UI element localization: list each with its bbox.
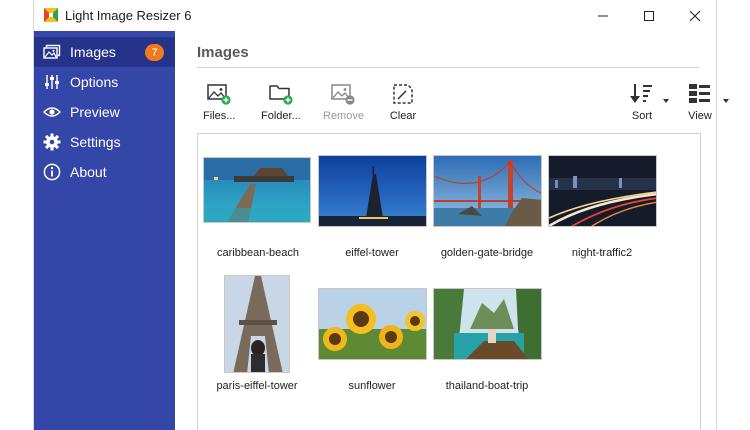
page-title: Images — [197, 44, 249, 61]
image-thumbnail-eiffel-tower[interactable] — [318, 155, 427, 227]
add-image-icon — [205, 81, 233, 107]
sliders-icon — [42, 72, 62, 92]
maximize-button[interactable] — [626, 0, 672, 31]
image-thumbnail-night-traffic2[interactable] — [548, 155, 657, 227]
image-name: thailand-boat-trip — [445, 380, 529, 392]
sidebar-item-preview[interactable]: Preview — [34, 97, 175, 127]
image-thumbnail-thailand-boat-trip[interactable] — [433, 288, 542, 360]
view-list-icon — [686, 81, 714, 107]
title-bar: Light Image Resizer 6 — [34, 0, 716, 31]
add-folder-button[interactable]: Folder... — [261, 81, 301, 125]
divider — [197, 67, 699, 68]
view-button[interactable]: View — [686, 81, 714, 125]
window-title: Light Image Resizer 6 — [65, 8, 192, 23]
image-name: golden-gate-bridge — [440, 247, 534, 259]
image-thumbnail-golden-gate-bridge[interactable] — [433, 155, 542, 227]
image-name: paris-eiffel-tower — [216, 380, 298, 392]
sidebar-item-options[interactable]: Options — [34, 67, 175, 97]
image-thumbnail-sunflower[interactable] — [318, 288, 427, 360]
clear-button[interactable]: Clear — [389, 81, 417, 125]
folder-button-label: Folder... — [261, 110, 301, 122]
view-dropdown-caret-icon[interactable] — [723, 99, 729, 103]
sidebar-item-label: Options — [70, 74, 119, 90]
images-panel: Images Files... Folder... Remove Clear S… — [175, 31, 729, 430]
sidebar-item-label: Images — [70, 44, 116, 60]
app-window: Light Image Resizer 6 Images 7 Options P… — [33, 0, 729, 430]
remove-button-label: Remove — [323, 110, 364, 122]
maximize-icon — [644, 10, 654, 21]
minimize-button[interactable] — [580, 0, 626, 31]
sidebar-item-settings[interactable]: Settings — [34, 127, 175, 157]
eye-icon — [42, 102, 62, 122]
image-gallery: caribbean-beach eiffel-tower golden-gate… — [197, 133, 701, 430]
sort-dropdown-caret-icon[interactable] — [663, 99, 669, 103]
image-name: caribbean-beach — [217, 247, 299, 259]
gear-icon — [42, 132, 62, 152]
remove-image-icon — [329, 81, 357, 107]
image-name: night-traffic2 — [571, 247, 633, 259]
add-files-button[interactable]: Files... — [203, 81, 235, 125]
remove-button[interactable]: Remove — [323, 81, 364, 125]
clear-icon — [389, 81, 417, 107]
sort-button[interactable]: Sort — [628, 81, 656, 125]
image-count-badge: 7 — [145, 44, 164, 61]
image-name: eiffel-tower — [345, 247, 399, 259]
images-icon — [42, 42, 62, 62]
files-button-label: Files... — [203, 110, 236, 122]
close-icon — [689, 10, 701, 21]
sidebar-item-images[interactable]: Images 7 — [34, 37, 175, 67]
clear-button-label: Clear — [389, 110, 417, 122]
sidebar-item-about[interactable]: About — [34, 157, 175, 187]
view-button-label: View — [688, 110, 712, 122]
app-logo-icon — [44, 8, 58, 22]
add-folder-icon — [267, 81, 295, 107]
sidebar: Images 7 Options Preview Settings About — [34, 31, 175, 430]
sidebar-item-label: Settings — [70, 134, 121, 150]
sort-button-label: Sort — [631, 110, 653, 122]
sidebar-item-label: About — [70, 164, 107, 180]
sort-icon — [628, 81, 656, 107]
image-thumbnail-paris-eiffel-tower[interactable] — [224, 275, 290, 373]
sidebar-item-label: Preview — [70, 104, 120, 120]
image-name: sunflower — [348, 380, 396, 392]
image-thumbnail-caribbean-beach[interactable] — [203, 157, 311, 223]
info-icon — [42, 162, 62, 182]
close-button[interactable] — [672, 0, 718, 31]
minimize-icon — [598, 15, 608, 16]
